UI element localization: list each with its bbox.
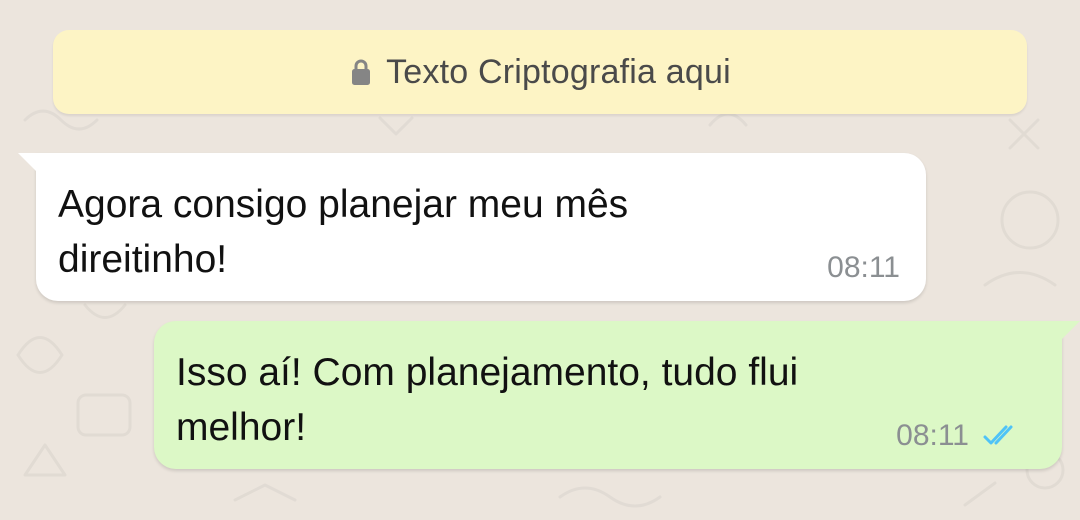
incoming-bubble-tail [18, 153, 42, 177]
double-check-icon [983, 425, 1013, 445]
outgoing-message-text: Isso aí! Com planejamento, tudo flui mel… [176, 351, 799, 449]
encryption-notice[interactable]: Texto Criptografia aqui [53, 30, 1027, 114]
lock-icon [352, 59, 371, 85]
incoming-message-time: 08:11 [827, 251, 900, 284]
incoming-message-text: Agora consigo planejar meu mês direitinh… [58, 183, 629, 281]
outgoing-message-bubble[interactable]: Isso aí! Com planejamento, tudo flui mel… [154, 321, 1080, 469]
encryption-notice-text: Texto Criptografia aqui [386, 52, 731, 91]
incoming-message-bubble[interactable]: Agora consigo planejar meu mês direitinh… [18, 153, 926, 301]
outgoing-message-meta: 08:11 [896, 419, 1020, 453]
incoming-message-meta: 08:11 [827, 251, 900, 285]
outgoing-message-time: 08:11 [896, 419, 969, 452]
outgoing-bubble-tail [1056, 321, 1080, 345]
